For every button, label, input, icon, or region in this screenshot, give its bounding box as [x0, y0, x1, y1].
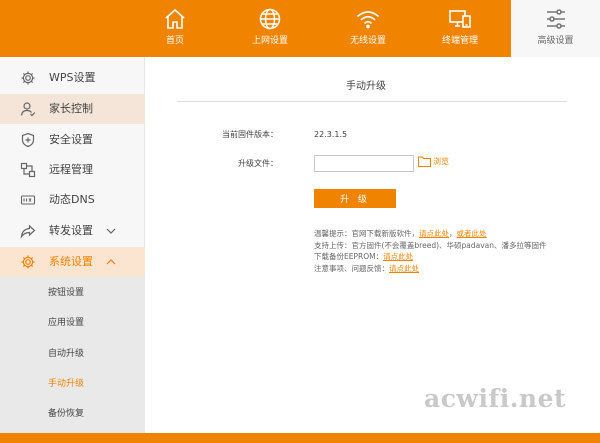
sidebar-item-label: 家长控制 — [49, 102, 93, 115]
official-link-2[interactable]: 或者此处 — [457, 229, 487, 238]
home-icon — [163, 7, 187, 31]
nav-devices[interactable]: 终端管理 — [420, 0, 500, 57]
nav-home-label: 首页 — [165, 36, 184, 46]
sidebar-item-label: 系统设置 — [49, 255, 93, 268]
note-line-2: 支持上传：官方固件(不会覆盖breed)、华硕padavan、潘多拉等固件 — [314, 240, 547, 250]
nav-home[interactable]: 首页 — [150, 0, 200, 57]
sidebar-item-label: 转发设置 — [49, 224, 93, 237]
version-label: 当前固件版本： — [222, 130, 278, 139]
chevron-up-icon — [104, 255, 118, 269]
sidebar-item-remote[interactable]: 远程管理 — [0, 155, 145, 185]
file-input[interactable] — [314, 155, 414, 172]
note-text: 下载备份EEPROM： — [314, 252, 384, 261]
submenu-item-label: 按钮设置 — [48, 288, 85, 298]
submenu-item-label: 备份恢复 — [48, 409, 85, 419]
user-icon — [20, 101, 36, 117]
submenu-item-buttons[interactable]: 按钮设置 — [0, 278, 145, 308]
watermark: acwifi.net — [424, 384, 567, 413]
version-value: 22.3.1.5 — [314, 130, 348, 139]
sidebar-item-parental[interactable]: 家长控制 — [0, 94, 145, 124]
notes: 温馨提示：官网下载新版软件，请点此处，或者此处 支持上传：官方固件(不会覆盖br… — [314, 228, 600, 274]
nav-advanced-label: 高级设置 — [537, 36, 574, 46]
nav-internet-label: 上网设置 — [251, 36, 288, 46]
sidebar: WPS设置 家长控制 安全设置 远程管理 动态DNS 转发设置 系统设置 按钮设… — [0, 57, 145, 433]
sidebar-item-ddns[interactable]: 动态DNS — [0, 185, 145, 215]
submenu-item-manual-upgrade[interactable]: 手动升级 — [0, 369, 145, 399]
gear-icon — [20, 70, 36, 86]
remote-icon — [20, 162, 36, 178]
gear-icon — [20, 254, 36, 270]
nav-internet[interactable]: 上网设置 — [230, 0, 310, 57]
sidebar-item-wps[interactable]: WPS设置 — [0, 63, 145, 93]
submenu-item-label: 自动升级 — [48, 349, 85, 359]
sidebar-item-label: WPS设置 — [49, 71, 96, 84]
top-nav: 首页 上网设置 无线设置 终端管理 高级设置 — [0, 0, 600, 57]
note-separator: ， — [449, 229, 457, 238]
sidebar-item-label: 远程管理 — [49, 163, 93, 176]
note-line-4: 注意事项、问题反馈：请点此处 — [314, 263, 600, 275]
nav-devices-label: 终端管理 — [441, 36, 478, 46]
eeprom-link[interactable]: 请点此处 — [383, 252, 413, 261]
bottom-bar — [0, 433, 600, 443]
devices-icon — [448, 7, 472, 31]
globe-icon — [258, 7, 282, 31]
sidebar-item-label: 安全设置 — [49, 133, 93, 146]
nav-wireless[interactable]: 无线设置 — [328, 0, 408, 57]
sidebar-item-security[interactable]: 安全设置 — [0, 125, 145, 155]
browse-button[interactable]: 浏览 — [418, 156, 449, 167]
wifi-icon — [356, 7, 380, 31]
note-line-1: 温馨提示：官网下载新版软件，请点此处，或者此处 — [314, 228, 600, 240]
note-text: 温馨提示：官网下载新版软件， — [314, 229, 419, 238]
submenu-item-backup[interactable]: 备份恢复 — [0, 399, 145, 429]
browse-label: 浏览 — [433, 157, 449, 166]
sliders-icon — [544, 7, 568, 31]
note-text: 注意事项、问题反馈： — [314, 263, 389, 273]
feedback-link[interactable]: 请点此处 — [389, 264, 419, 273]
official-link-1[interactable]: 请点此处 — [419, 229, 449, 238]
sidebar-item-label: 动态DNS — [49, 193, 95, 206]
submenu-item-label: 应用设置 — [48, 318, 85, 328]
file-label: 升级文件： — [238, 159, 278, 168]
page-title: 手动升级 — [346, 81, 386, 92]
dns-icon — [20, 192, 36, 208]
nav-wireless-label: 无线设置 — [349, 36, 386, 46]
upgrade-button[interactable]: 升 级 — [314, 189, 396, 208]
main-content: 手动升级 当前固件版本： 22.3.1.5 升级文件： 浏览 升 级 温馨提示：… — [146, 57, 600, 433]
system-submenu: 按钮设置 应用设置 自动升级 手动升级 备份恢复 — [0, 277, 145, 433]
title-divider — [177, 101, 567, 102]
shield-icon — [20, 132, 36, 148]
chevron-down-icon — [104, 224, 118, 238]
share-icon — [20, 223, 36, 239]
note-line-3: 下载备份EEPROM：请点此处 — [314, 251, 600, 263]
sidebar-item-forwarding[interactable]: 转发设置 — [0, 216, 145, 246]
submenu-item-label: 手动升级 — [48, 379, 85, 389]
submenu-item-apps[interactable]: 应用设置 — [0, 308, 145, 338]
nav-advanced[interactable]: 高级设置 — [511, 0, 600, 57]
sidebar-item-system[interactable]: 系统设置 — [0, 247, 145, 277]
submenu-item-auto-upgrade[interactable]: 自动升级 — [0, 339, 145, 369]
